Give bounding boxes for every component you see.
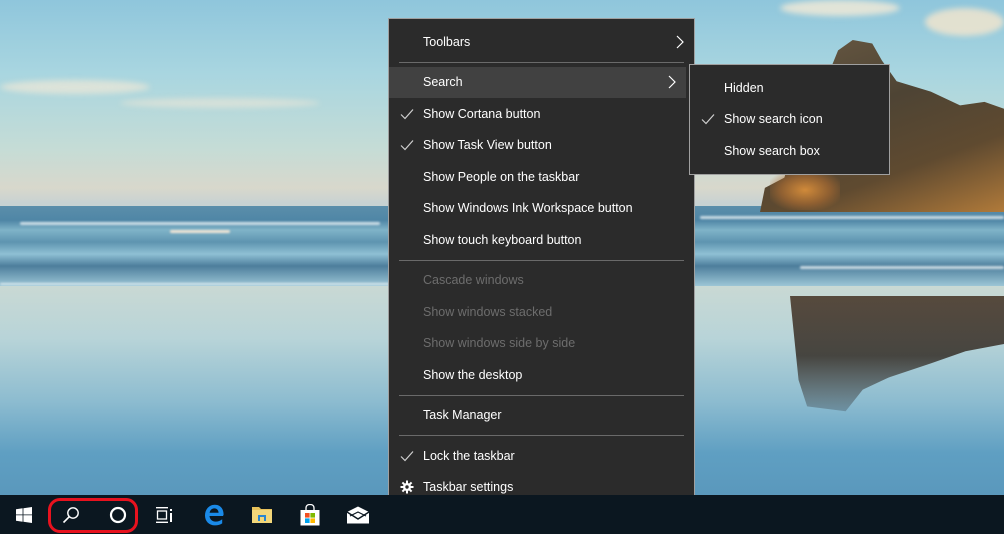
task-view-icon <box>156 506 172 523</box>
cloud <box>0 80 150 94</box>
menu-item-label: Taskbar settings <box>423 480 514 495</box>
menu-item-label: Show search icon <box>724 112 823 127</box>
menu-item-label: Show windows side by side <box>423 336 576 351</box>
cortana-button[interactable] <box>94 495 142 534</box>
menu-separator <box>399 61 684 63</box>
menu-item-label: Show Task View button <box>423 138 552 153</box>
menu-item-label: Show Windows Ink Workspace button <box>423 201 633 216</box>
chevron-right-icon <box>676 35 684 49</box>
menu-separator <box>399 259 684 261</box>
menu-item-label: Show Cortana button <box>423 106 541 121</box>
menu-item-show-cortana-button[interactable]: Show Cortana button <box>389 98 694 130</box>
store-bag-icon <box>300 503 320 525</box>
menu-item-label: Hidden <box>724 80 764 95</box>
edge-icon <box>205 504 224 525</box>
menu-item-lock-taskbar[interactable]: Lock the taskbar <box>389 440 694 472</box>
start-button[interactable] <box>0 495 48 534</box>
wave <box>800 266 1004 269</box>
search-icon <box>62 506 79 523</box>
menu-item-cascade-windows: Cascade windows <box>389 265 694 297</box>
wave <box>700 216 1004 219</box>
store-button[interactable] <box>286 495 334 534</box>
taskbar[interactable] <box>0 495 1004 534</box>
menu-item-label: Show search box <box>724 143 820 158</box>
menu-separator <box>399 435 684 436</box>
menu-item-show-people[interactable]: Show People on the taskbar <box>389 161 694 193</box>
menu-item-label: Show windows stacked <box>423 304 553 319</box>
checkmark-icon <box>400 140 414 151</box>
menu-item-label: Task Manager <box>423 408 502 423</box>
menu-item-label: Search <box>423 75 463 90</box>
search-submenu: Hidden Show search icon Show search box <box>689 64 890 175</box>
edge-button[interactable] <box>190 495 238 534</box>
file-explorer-button[interactable] <box>238 495 286 534</box>
wave <box>170 230 230 233</box>
task-view-button[interactable] <box>141 495 189 534</box>
wave <box>0 283 390 285</box>
folder-icon <box>252 506 272 523</box>
menu-item-show-desktop[interactable]: Show the desktop <box>389 359 694 391</box>
gear-icon <box>400 480 414 494</box>
menu-item-label: Cascade windows <box>423 273 524 288</box>
cloud <box>780 0 900 16</box>
menu-item-label: Show the desktop <box>423 367 523 382</box>
menu-item-show-touch-keyboard[interactable]: Show touch keyboard button <box>389 224 694 256</box>
menu-item-toolbars[interactable]: Toolbars <box>389 26 694 58</box>
menu-item-show-ink-workspace[interactable]: Show Windows Ink Workspace button <box>389 193 694 225</box>
menu-item-show-windows-side-by-side: Show windows side by side <box>389 328 694 360</box>
checkmark-icon <box>701 114 715 125</box>
cortana-circle-icon <box>109 506 127 523</box>
menu-item-label: Lock the taskbar <box>423 448 515 463</box>
menu-item-task-manager[interactable]: Task Manager <box>389 400 694 432</box>
submenu-item-show-search-icon[interactable]: Show search icon <box>690 104 889 136</box>
mail-icon <box>346 506 370 523</box>
menu-item-show-task-view-button[interactable]: Show Task View button <box>389 130 694 162</box>
cloud <box>120 98 320 108</box>
menu-item-label: Show touch keyboard button <box>423 232 582 247</box>
search-button[interactable] <box>47 495 95 534</box>
chevron-right-icon <box>668 75 676 89</box>
checkmark-icon <box>400 450 414 462</box>
wave <box>20 222 380 225</box>
mail-button[interactable] <box>334 495 382 534</box>
taskbar-context-menu: Toolbars Search Show Cortana button Show… <box>388 18 695 509</box>
menu-item-show-windows-stacked: Show windows stacked <box>389 296 694 328</box>
menu-separator <box>399 394 684 396</box>
menu-item-label: Show People on the taskbar <box>423 169 580 184</box>
windows-logo-icon <box>16 506 32 523</box>
checkmark-icon <box>400 108 414 120</box>
cloud <box>925 8 1004 36</box>
submenu-item-show-search-box[interactable]: Show search box <box>690 135 889 167</box>
menu-item-search[interactable]: Search <box>389 66 686 98</box>
submenu-item-hidden[interactable]: Hidden <box>690 72 889 104</box>
menu-item-label: Toolbars <box>423 34 471 49</box>
rock-sunlit-face <box>770 170 840 210</box>
